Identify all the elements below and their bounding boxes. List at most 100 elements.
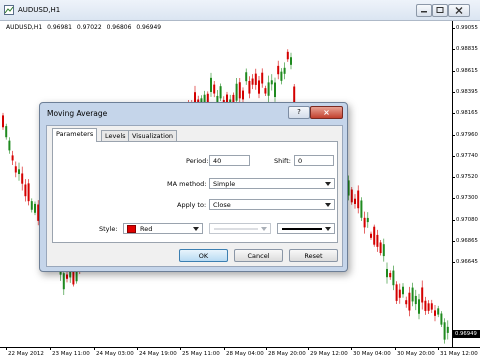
candle-body — [414, 295, 417, 305]
time-tick — [395, 348, 396, 350]
candle-body — [402, 286, 404, 295]
candle-body — [242, 90, 244, 100]
style-color-name: Red — [140, 225, 153, 233]
candle-body — [280, 71, 283, 81]
candle-body — [430, 303, 433, 310]
apply-to-label: Apply to: — [177, 201, 207, 209]
reset-button[interactable]: Reset — [289, 249, 338, 262]
tab-visualization[interactable]: Visualization — [128, 130, 178, 141]
apply-to-select[interactable]: Close — [209, 199, 335, 210]
price-tick — [453, 198, 455, 200]
candle-body — [373, 226, 376, 245]
candle-body — [437, 308, 440, 315]
candle-body — [398, 289, 401, 298]
candle-body — [386, 268, 388, 278]
period-label: Period: — [186, 157, 209, 165]
price-label: 0.98395 — [456, 88, 478, 95]
dialog-close-button[interactable]: × — [310, 106, 343, 119]
candle-body — [210, 77, 212, 92]
candle-body — [366, 217, 369, 223]
ohlc-info: AUDUSD,H1 0.96981 0.97022 0.96806 0.9694… — [6, 24, 164, 31]
line-width-select[interactable] — [277, 223, 335, 234]
tab-parameters[interactable]: Parameters — [52, 128, 98, 142]
tab-levels[interactable]: Levels — [101, 130, 130, 141]
time-tick — [438, 348, 439, 350]
candle-body — [290, 57, 292, 65]
close-icon — [455, 7, 463, 14]
price-label: 0.97300 — [456, 195, 478, 202]
dialog-title: Moving Average — [47, 109, 108, 118]
time-tick — [266, 348, 267, 350]
candle-body — [274, 82, 276, 98]
candle-body — [277, 65, 280, 75]
candle-body — [421, 287, 424, 303]
candle-body — [264, 88, 267, 94]
candle-body — [434, 310, 436, 316]
candle-body — [235, 83, 238, 101]
ma-method-select[interactable]: Simple — [209, 178, 335, 189]
chart-window: AUDUSD,H1 AUDUSD,H1 0.96981 0.97022 0.96… — [0, 0, 480, 361]
style-color-select[interactable]: Red — [123, 223, 203, 234]
candle-body — [251, 78, 254, 85]
price-label: 0.98165 — [456, 110, 478, 117]
price-tick — [453, 262, 455, 264]
color-swatch-icon — [127, 225, 136, 233]
candle-body — [270, 80, 273, 85]
candle-body — [245, 72, 248, 82]
candle-body — [418, 299, 420, 314]
shift-input[interactable]: 0 — [294, 155, 334, 166]
price-label: 0.97960 — [456, 131, 478, 138]
candle-body — [248, 80, 251, 94]
candle-body — [411, 287, 414, 302]
period-input[interactable]: 40 — [209, 155, 250, 166]
price-label: 0.96865 — [456, 238, 478, 244]
line-style-select[interactable] — [209, 223, 271, 234]
style-label: Style: — [99, 225, 118, 233]
candle-body — [405, 300, 408, 305]
price-tick — [453, 219, 455, 221]
info-low: 0.96806 — [106, 24, 132, 31]
ma-method-label: MA method: — [167, 180, 207, 188]
candle-body — [75, 271, 78, 282]
candle-body — [446, 326, 449, 333]
time-label: 24 May 03:00 — [96, 351, 134, 357]
time-label: 24 May 19:00 — [139, 351, 177, 357]
time-label: 30 May 20:00 — [397, 351, 435, 357]
price-tick — [453, 134, 455, 136]
info-close: 0.96949 — [136, 24, 162, 31]
time-label: 30 May 04:00 — [353, 351, 391, 357]
candle-body — [14, 166, 17, 173]
window-titlebar[interactable]: AUDUSD,H1 — [0, 0, 480, 21]
price-tick — [453, 49, 455, 51]
dialog-body: Parameters Levels Visualization Period: … — [46, 125, 343, 267]
candle-body — [261, 72, 264, 84]
time-label: 31 May 12:00 — [440, 351, 478, 357]
window-title: AUDUSD,H1 — [18, 6, 61, 14]
candle-body — [34, 203, 36, 213]
ok-button[interactable]: OK — [179, 249, 228, 262]
candle-body — [354, 198, 356, 204]
maximize-button[interactable] — [432, 4, 448, 17]
price-axis[interactable]: 0.99055 0.98835 0.98615 0.98395 0.98165 0.979… — [452, 21, 480, 347]
close-window-button[interactable] — [448, 4, 470, 17]
time-label: 22 May 2012 — [8, 351, 44, 357]
cancel-button[interactable]: Cancel — [234, 249, 283, 262]
price-tick — [453, 70, 455, 72]
info-open: 0.96981 — [47, 24, 72, 31]
info-symbol: AUDUSD,H1 — [6, 24, 43, 31]
price-tick — [453, 113, 455, 115]
line-width-icon — [282, 228, 322, 230]
candle-body — [11, 155, 14, 161]
time-label: 29 May 12:00 — [310, 351, 348, 357]
candle-body — [27, 183, 30, 202]
minimize-button[interactable] — [416, 4, 432, 17]
help-button[interactable]: ? — [288, 106, 310, 119]
candle-body — [267, 82, 270, 96]
candle-body — [443, 322, 446, 340]
current-price-tag: 0.96949 — [453, 330, 480, 338]
chevron-down-icon — [325, 182, 331, 186]
time-label: 23 May 11:00 — [52, 351, 90, 357]
price-tick — [453, 155, 455, 157]
time-axis[interactable]: 22 May 2012 23 May 11:00 24 May 03:00 24 Ma… — [0, 347, 480, 361]
candle-body — [427, 303, 430, 311]
